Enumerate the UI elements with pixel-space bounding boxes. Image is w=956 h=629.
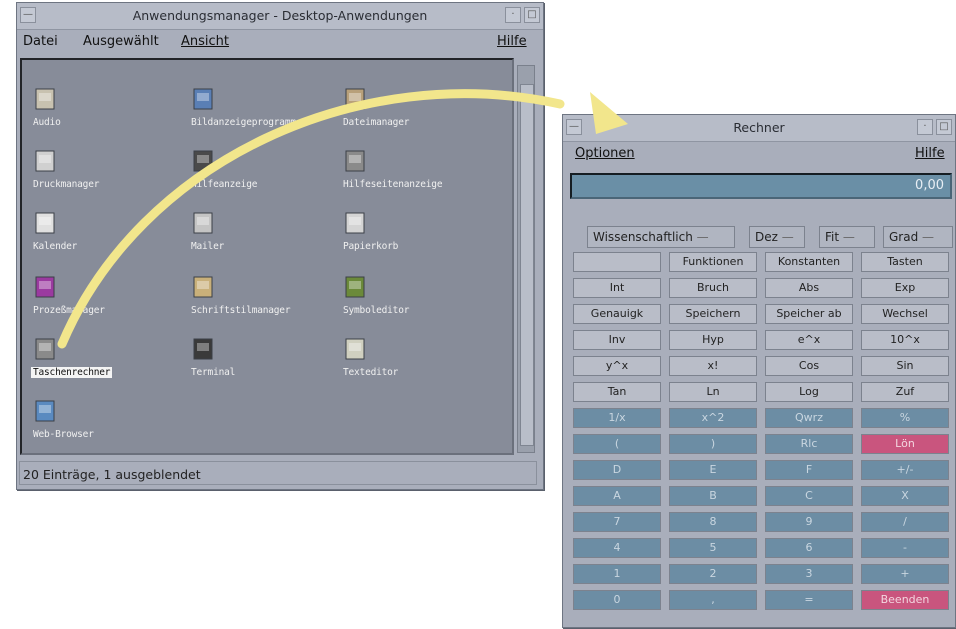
drag-arrow-curve bbox=[57, 89, 565, 349]
drag-arrow-head bbox=[590, 92, 628, 134]
drag-arrow bbox=[57, 89, 628, 349]
